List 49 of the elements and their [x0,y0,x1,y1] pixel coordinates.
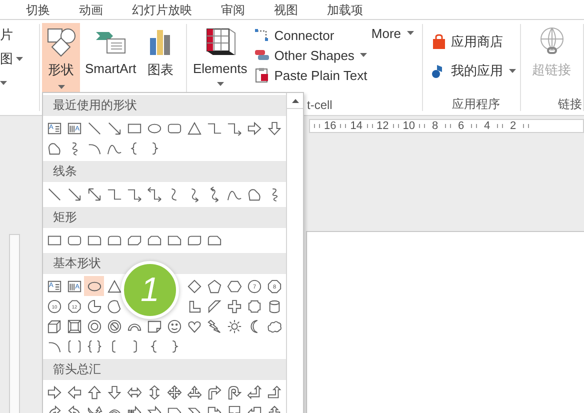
ruler-number: 12 [376,120,389,132]
ribbon-tab[interactable]: 动画 [79,2,103,16]
shapes-stack-icon [254,47,270,63]
caret-icon [407,31,414,35]
store-button[interactable]: 应用商店 [431,32,521,52]
connector-icon [254,27,270,43]
ruler-number: 16 [324,120,336,132]
up-arrow-icon [292,98,298,102]
ruler-number: 14 [350,120,362,132]
ruler-number: 4 [482,120,492,132]
ruler-number: 6 [456,120,466,132]
scroll-up-button[interactable] [287,93,303,109]
shopping-bag-icon [431,34,447,50]
section-header: 箭头总汇 [43,359,286,380]
section-header: 线条 [43,161,286,182]
elements-button[interactable]: Elements [190,23,250,92]
my-apps-button[interactable]: 我的应用 [431,61,521,81]
caret-icon [0,81,7,85]
shapes-button[interactable]: 形状 [42,23,80,92]
section-header: 矩形 [43,207,286,228]
caret-icon [216,82,224,86]
grid-cube-icon [204,26,236,58]
group-label: 链接 [558,96,582,113]
ribbon-tab[interactable]: 加载项 [327,2,363,16]
group-label: 应用程序 [452,96,500,113]
ruler-number: 2 [508,120,518,132]
image-command[interactable]: 图 [0,50,23,68]
clipboard-icon [254,67,270,83]
ruler-number: 10 [402,120,415,132]
caret-icon [360,53,368,57]
section-header: 基本形状 [43,253,286,274]
section-header: 最近使用的形状 [43,95,286,116]
smartart-button[interactable]: SmartArt [82,23,140,92]
ribbon-tab[interactable]: 幻灯片放映 [132,2,192,16]
other-shapes-button[interactable]: Other Shapes [254,45,368,65]
shapes-icon [45,26,77,58]
caret-icon [509,69,516,73]
ribbon-tab[interactable]: 视图 [274,2,298,16]
caret-icon [16,57,23,61]
paste-plain-text-button[interactable]: Paste Plain Text [254,65,368,85]
caret-icon [58,85,64,89]
ribbon-tab[interactable]: 审阅 [221,2,245,16]
ribbon-tab[interactable]: 切换 [26,2,50,16]
group-label: t-cell [307,98,332,112]
ruler-number: 8 [430,120,440,132]
chart-button[interactable]: 图表 [141,23,180,92]
image-command[interactable]: 片 [0,26,13,44]
more-button[interactable]: More [371,23,414,43]
connector-button[interactable]: Connector [254,25,334,45]
